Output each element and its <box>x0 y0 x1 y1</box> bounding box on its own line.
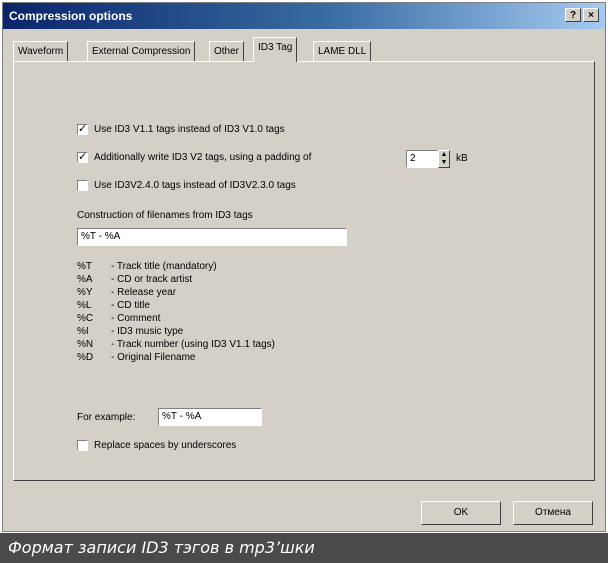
legend-item: %A - CD or track artist <box>77 274 193 285</box>
legend-item: %T - Track title (mandatory) <box>77 261 217 272</box>
tab-strip: Waveform External Compression Other ID3 … <box>13 37 593 62</box>
write-id3v2-checkbox[interactable] <box>77 150 88 163</box>
legend-item: %D - Original Filename <box>77 352 196 363</box>
tab-id3-tag[interactable]: ID3 Tag <box>253 37 298 62</box>
use-id3v24-checkbox[interactable] <box>77 180 88 191</box>
replace-spaces-option[interactable]: Replace spaces by underscores <box>77 440 236 451</box>
tab-waveform[interactable]: Waveform <box>13 41 69 61</box>
tab-external-compression[interactable]: External Compression <box>87 41 196 61</box>
tag-legend: %T - Track title (mandatory) %A - CD or tr… <box>77 260 275 364</box>
use-id3v24-label: Use ID3V2.4.0 tags instead of ID3V2.3.0 … <box>94 180 296 192</box>
example-input: %T - %A <box>158 408 262 426</box>
use-id3v11-label: Use ID3 V1.1 tags instead of ID3 V1.0 ta… <box>94 124 285 136</box>
legend-item: %C - Comment <box>77 313 161 324</box>
example-label: For example: <box>77 412 136 423</box>
id3-tag-panel: Use ID3 V1.1 tags instead of ID3 V1.0 ta… <box>13 61 595 481</box>
window-title: Compression options <box>9 9 133 23</box>
padding-input[interactable]: 2 <box>406 150 438 168</box>
write-id3v2-option[interactable]: Additionally write ID3 V2 tags, using a … <box>77 150 312 164</box>
filenames-input[interactable]: %T - %A <box>77 228 347 246</box>
title-bar: Compression options ? × <box>3 3 605 29</box>
replace-spaces-label: Replace spaces by underscores <box>94 440 237 452</box>
use-id3v11-option[interactable]: Use ID3 V1.1 tags instead of ID3 V1.0 ta… <box>77 122 285 136</box>
close-button[interactable]: × <box>583 8 599 22</box>
legend-item: %Y - Release year <box>77 287 177 298</box>
write-id3v2-label: Additionally write ID3 V2 tags, using a … <box>94 152 312 164</box>
use-id3v11-checkbox[interactable] <box>77 122 88 135</box>
cancel-button[interactable]: Отмена <box>513 501 593 525</box>
tab-lame-dll[interactable]: LAME DLL <box>313 41 372 61</box>
help-button[interactable]: ? <box>565 8 581 22</box>
legend-item: %L - CD title <box>77 300 150 311</box>
legend-item: %I - ID3 music type <box>77 326 184 337</box>
filenames-label: Construction of filenames from ID3 tags <box>77 210 253 221</box>
legend-item: %N - Track number (using ID3 V1.1 tags) <box>77 339 275 350</box>
compression-options-dialog: Compression options ? × Waveform Externa… <box>2 2 606 532</box>
use-id3v24-option[interactable]: Use ID3V2.4.0 tags instead of ID3V2.3.0 … <box>77 180 296 191</box>
replace-spaces-checkbox[interactable] <box>77 440 88 451</box>
ok-button[interactable]: OK <box>421 501 501 525</box>
padding-spinner[interactable]: ▲ ▼ <box>438 150 450 168</box>
tab-other[interactable]: Other <box>209 41 245 61</box>
figure-caption: Формат записи ID3 тэгов в mp3’шки <box>0 533 608 563</box>
padding-unit: kB <box>456 153 468 164</box>
